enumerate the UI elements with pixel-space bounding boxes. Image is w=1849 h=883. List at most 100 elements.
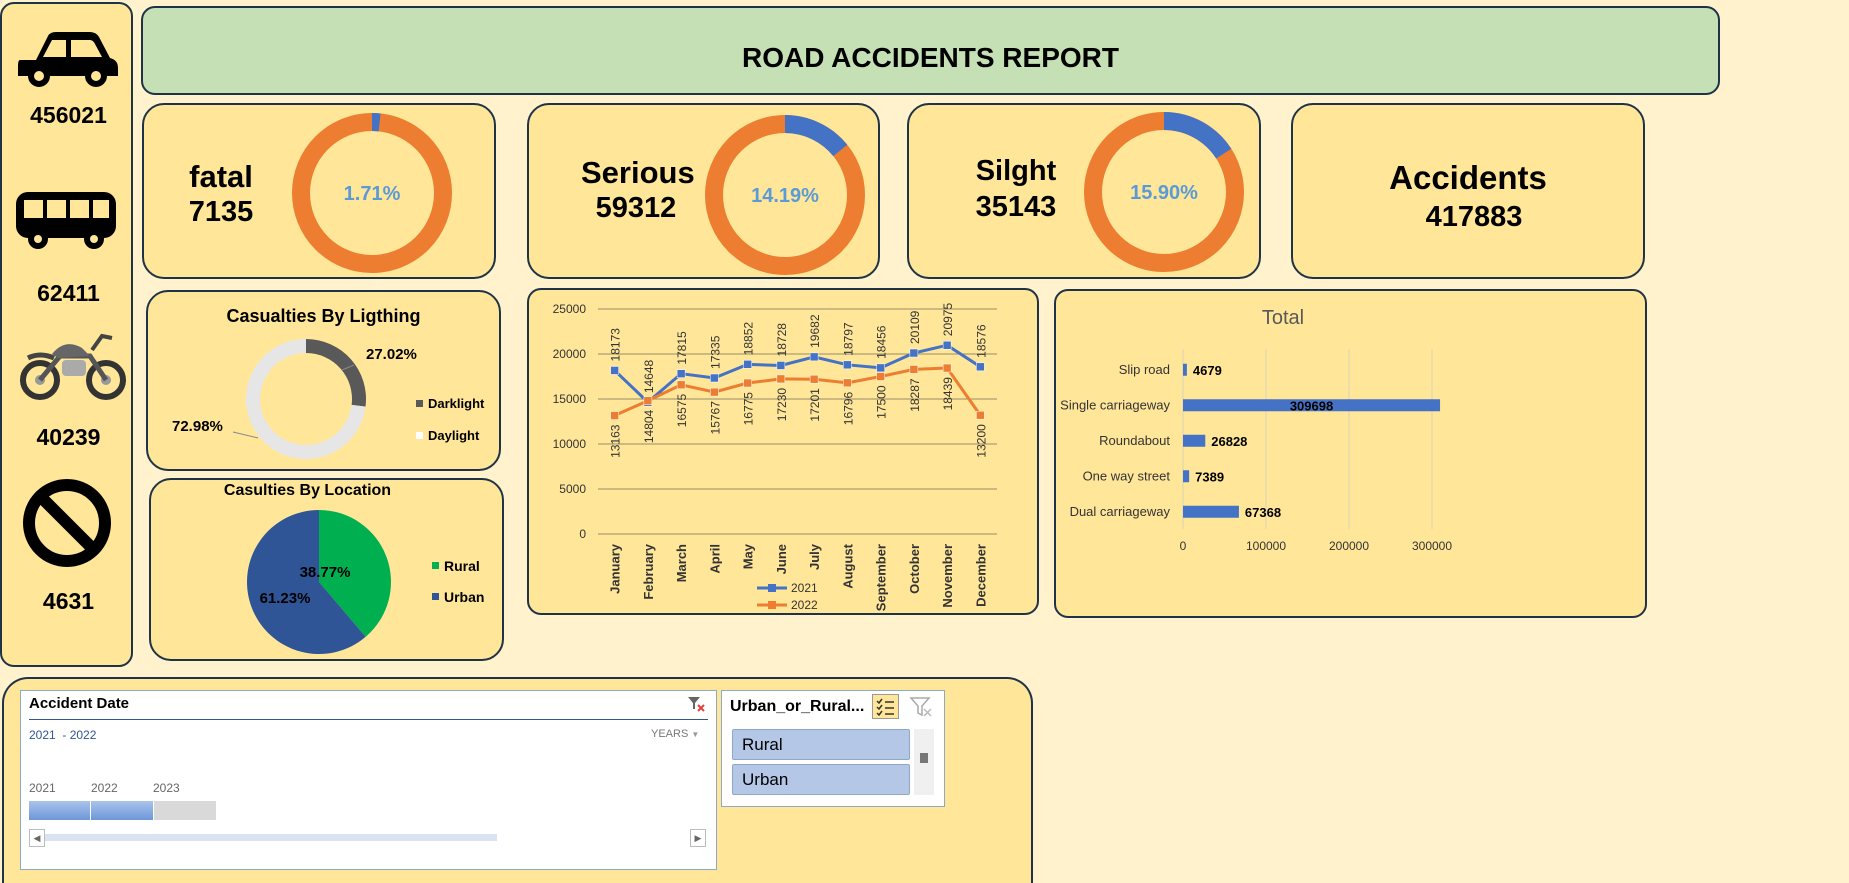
bus-icon <box>16 192 116 249</box>
line-point-2021 <box>809 352 819 362</box>
scroll-right-button[interactable]: ▶ <box>690 829 706 847</box>
line-legend-point-2022 <box>768 601 776 609</box>
line-point-2021 <box>743 360 752 369</box>
bar-chart-bar <box>1183 470 1190 483</box>
kpi-slight-label: Silght <box>975 155 1057 187</box>
line-data-label-2022: 17201 <box>808 388 822 422</box>
line-series-2022 <box>614 366 982 417</box>
bar-chart-xtick: 0 <box>1180 539 1187 553</box>
line-data-label-2022: 18287 <box>908 378 922 412</box>
line-data-label-2022: 17500 <box>875 385 889 419</box>
kpi-serious-percent: 14.19% <box>751 185 819 207</box>
kpi-accidents-card: Accidents 417883 <box>1291 103 1645 279</box>
kpi-fatal-label: fatal <box>189 159 253 194</box>
line-data-label-2021: 14648 <box>642 359 656 393</box>
bar-chart-category: Dual carriageway <box>1070 504 1171 519</box>
lighting-darklight-label: 27.02% <box>366 346 417 363</box>
road-type-card: Total 0 100000 200000 300000 Slip road 4679 Sin… <box>1054 289 1647 618</box>
line-chart-ytick: 10000 <box>553 437 587 451</box>
date-range-text: 2021 - 2022 <box>29 728 97 742</box>
bar-chart-value-label: 67368 <box>1245 505 1281 520</box>
motorcycle-count: 40239 <box>36 424 101 450</box>
legend-daylight: Daylight <box>428 428 480 443</box>
kpi-fatal-card: fatal 7135 1.71% <box>142 103 496 279</box>
date-slicer-title: Accident Date <box>29 695 130 712</box>
chevron-down-icon: ▼ <box>691 730 700 739</box>
bar-chart-bar <box>1183 363 1187 376</box>
lighting-donut-chart: 27.02% 72.98% Darklight Daylight <box>172 339 485 459</box>
timeline-bar-2023[interactable] <box>154 801 216 820</box>
clear-filter-icon[interactable] <box>687 695 705 713</box>
line-point-2022 <box>743 378 752 388</box>
lighting-daylight-label: 72.98% <box>172 418 223 435</box>
timeline-bar-2021[interactable] <box>29 801 90 820</box>
area-slicer-title: Urban_or_Rural... <box>730 698 865 715</box>
time-level-dropdown[interactable]: YEARS ▼ <box>651 728 699 740</box>
line-point-2021 <box>710 373 719 383</box>
line-point-2022 <box>710 387 719 397</box>
slicer-title-divider <box>29 719 708 720</box>
line-point-2021 <box>843 360 852 370</box>
bar-chart-category: Single carriageway <box>1060 397 1170 412</box>
line-chart-xtick: October <box>907 544 922 594</box>
bar-chart-category: Roundabout <box>1099 433 1170 448</box>
line-data-label-2021: 18456 <box>875 325 889 359</box>
motorcycle-icon <box>20 333 126 400</box>
kpi-fatal-percent: 1.71% <box>344 183 401 205</box>
kpi-slight-value: 35143 <box>975 191 1057 223</box>
urban-rural-slicer[interactable]: Urban_or_Rural... Rural Urban <box>721 690 945 807</box>
kpi-slight-card: Silght 35143 15.90% <box>907 103 1261 279</box>
line-point-2022 <box>843 378 852 388</box>
line-chart-xtick: March <box>674 544 689 582</box>
clear-filter-icon[interactable] <box>909 696 933 718</box>
bar-chart-value-label: 26828 <box>1211 434 1247 449</box>
line-point-2022 <box>643 396 653 406</box>
legend-urban: Urban <box>444 589 484 605</box>
bar-chart-value-label: 309698 <box>1290 398 1333 413</box>
line-chart-xtick: November <box>940 544 955 608</box>
timeline-bar-2022[interactable] <box>91 801 153 820</box>
timeline-scrollbar[interactable] <box>45 834 497 841</box>
line-data-label-2022: 15767 <box>708 401 722 435</box>
line-point-2022 <box>876 372 885 381</box>
timeline-year-2022: 2022 <box>91 781 118 795</box>
line-data-label-2022: 13163 <box>609 424 623 458</box>
slicer-item-urban[interactable]: Urban <box>732 764 910 795</box>
line-legend-2021: 2021 <box>791 581 818 595</box>
line-data-label-2022: 18439 <box>941 377 955 411</box>
lighting-card: Casualties By Ligthing 27.02% 72.98% Dar… <box>146 290 501 471</box>
line-point-2022 <box>942 363 952 373</box>
line-point-2021 <box>610 366 619 375</box>
slicer-scroll-thumb[interactable] <box>920 753 928 763</box>
kpi-fatal-value: 7135 <box>188 196 254 228</box>
line-data-label-2021: 18173 <box>609 328 623 362</box>
legend-darklight: Darklight <box>428 396 485 411</box>
scroll-left-button[interactable]: ◀ <box>29 829 45 847</box>
bar-chart-bar <box>1183 505 1239 518</box>
line-data-label-2021: 18852 <box>742 322 756 356</box>
line-point-2022 <box>676 380 686 390</box>
line-data-label-2021: 18797 <box>841 322 855 356</box>
kpi-serious-value: 59312 <box>595 192 677 224</box>
bar-chart-value-label: 7389 <box>1195 469 1224 484</box>
line-point-2022 <box>776 374 786 384</box>
accident-date-slicer[interactable]: Accident Date 2021 - 2022 YEARS ▼ 2021 2… <box>20 690 717 870</box>
bar-chart-xtick: 100000 <box>1246 539 1286 553</box>
line-chart-ytick: 5000 <box>559 482 586 496</box>
time-level-label: YEARS <box>651 728 689 740</box>
line-chart-xtick: April <box>707 544 722 574</box>
prohibited-icon <box>23 479 111 567</box>
line-point-2022 <box>976 410 985 420</box>
location-rural-label: 38.77% <box>300 564 351 581</box>
bus-count: 62411 <box>37 280 100 306</box>
multi-select-button[interactable] <box>872 694 899 719</box>
slicer-item-rural[interactable]: Rural <box>732 729 910 760</box>
header-banner: ROAD ACCIDENTS REPORT <box>141 6 1720 95</box>
bar-chart-category: Slip road <box>1119 362 1170 377</box>
line-legend-2022: 2022 <box>791 598 818 612</box>
kpi-accidents-value: 417883 <box>1425 201 1523 233</box>
kpi-serious-label: Serious <box>581 155 695 190</box>
legend-rural: Rural <box>444 558 480 574</box>
line-chart-xtick: June <box>774 544 789 574</box>
slicer-scrollbar[interactable] <box>914 729 934 795</box>
